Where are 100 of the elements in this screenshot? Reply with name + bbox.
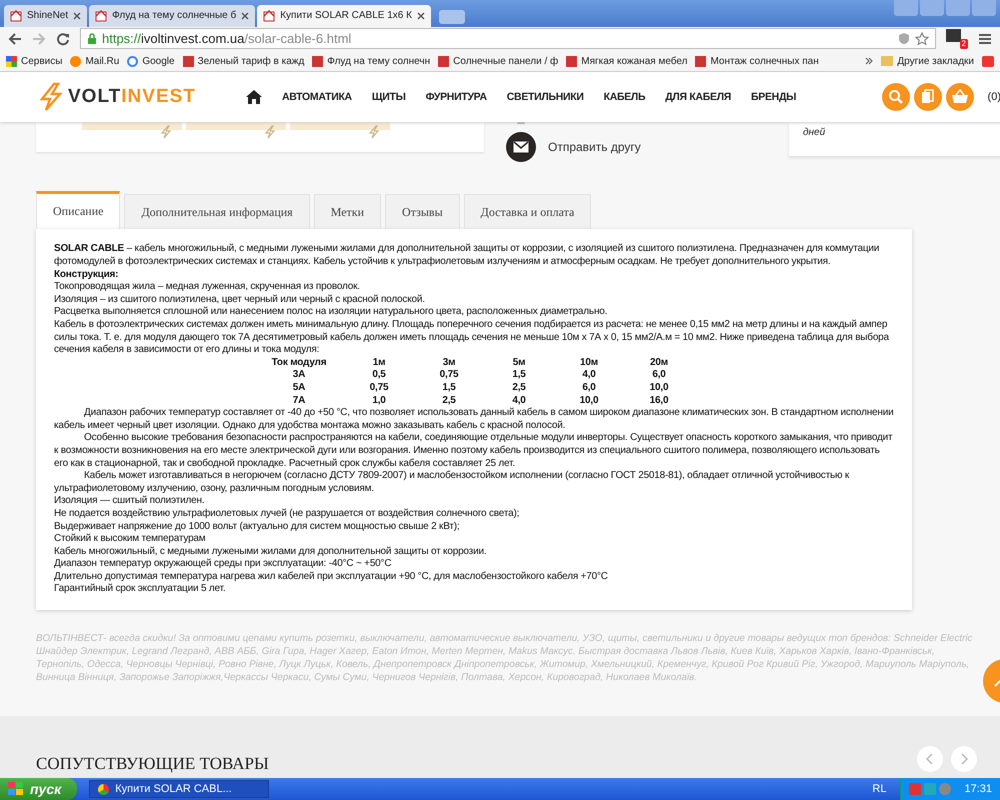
table-cell-text: 0,75: [368, 382, 390, 395]
lock-icon: [87, 32, 97, 45]
table-header: Ток модуля: [270, 356, 328, 370]
seo-text: ВОЛЬТІНВЕСТ- всегда скидки! За оптовими цenами купить розетки, выключатели, автоматические выключатели, УЗО, щиты, светильники и другие товары ведущих топ брендов: Schneider Electric Шнайдер Электрик, Legrand Легранд, ABB АББ, Gira Гира, Hager Хагер, Eaton Итон, Merten Мертен, Makus Максус. Быстрая доставка Львов Львів, Киев Київ, Харьков Харків, Івано-Франківськ, Тернопіль, Одесса, Черновцы Чернівці, Ровно Рівне, Луцк Луцьк, Ковель, Днепропетровск Дніпропетровськ, Житомир, Хмельницкий, Кременчуг, Кривой Рог Кривий Ріг, Ужгород, Мариуполь Маріуполь, Винница Вінниця, Запорожье Запоріжжя,Черкассы Черкаси, Сумы Суми, Чернигов Чернігів, Полтава, Херсон, Кировоград, Николаев Миколаїв.: [36, 632, 974, 684]
language-indicator[interactable]: RL: [872, 783, 886, 795]
new-tab-button[interactable]: [438, 10, 465, 24]
paragraph: Не подается воздействию ультрафиолетовых лучей (не разрушается от воздействия солнечного света);: [54, 508, 520, 521]
basket-icon: [950, 89, 969, 106]
envelope-icon: [513, 141, 529, 154]
compare-button[interactable]: [914, 83, 942, 112]
logo[interactable]: VOLTINVEST: [36, 82, 246, 112]
nav-link[interactable]: БРЕНДЫ: [751, 91, 796, 104]
nav-link[interactable]: ЩИТЫ: [372, 91, 406, 104]
table-header: 10м: [579, 356, 599, 370]
shield-icon[interactable]: [898, 32, 910, 46]
send-to-friend-link[interactable]: Отправить другу: [548, 140, 641, 154]
paragraph: Расцветка выполняется сплошной или нанесением полос на изоляции натурального цвета, расположенных диаметрально.: [54, 306, 608, 320]
tab[interactable]: Дополнительная информация: [124, 194, 310, 230]
paragraph: Выдерживает напряжение до 1000 вольт (актуально для систем мощностью свыше 2 кВт);: [54, 520, 460, 534]
tab[interactable]: Доставка и оплата: [464, 194, 592, 230]
paragraph: Кабель в фотоэлектрических системах должен иметь минимальную длину. Площадь поперечного сечения подбирается из расчета: не менее 0,15 мм2 на метр длины и на каждый ампер силы тока. Т. е. для модуля дающего ток 7А десятиметровый кабель должен иметь площадь сечения не меньше 10м х 7А х 0, 15 мм2/А.м = 10 мм2. Ниже приведена таблица для выбора сечения кабеля в зависимости от его длины и тока модуля:: [54, 319, 890, 357]
table-cell-text: 5А: [292, 382, 306, 395]
bookmark[interactable]: Mail.Ru: [70, 56, 120, 67]
bookmark[interactable]: Google: [127, 56, 175, 67]
table-cell-text: 1,5: [511, 369, 527, 382]
table-header: 1м: [372, 356, 386, 370]
tab[interactable]: Метки: [314, 194, 382, 230]
taskbar-button[interactable]: Купити SOLAR CABL...: [89, 780, 270, 798]
reload-icon[interactable]: [56, 32, 70, 46]
paragraph: Гарантийный срок эксплуатации 5 лет.: [54, 583, 226, 596]
paragraph: Изоляция – из сшитого полиэтилена, цвет черный или черный с красной полоской.: [54, 294, 426, 306]
bookmark[interactable]: Мягкая кожаная мебел: [566, 56, 688, 67]
paragraph: Кабель многожильный, с медными лужеными жилами для дополнительной защиты от коррозии.: [54, 546, 488, 558]
paragraph: Длительно допустимая температура нагрева жил кабелей при эксплуатации +90 °С, для маслобензостойкого кабеля +70°С: [54, 570, 609, 584]
bookmark[interactable]: Монтаж солнечных пан: [695, 56, 819, 67]
paragraph: Кабель может изготавливаться в негорючем (согласно ДСТУ 7809-2007) и маслобензостойком исполнении (согласно ГОСТ 25018-81), обладает отличной устойчивостью к ультрафиолетовому излучению, озону, различным погодным условиям.: [54, 470, 850, 496]
table-cell-text: 6,0: [581, 382, 597, 395]
bookmark[interactable]: Сервисы: [6, 56, 62, 67]
search-button[interactable]: [882, 83, 910, 112]
chevron-right-icon: [960, 753, 968, 765]
address-field[interactable]: https://ivoltinvest.com.ua/solar-cable-6.html: [80, 28, 936, 50]
basket-button[interactable]: [946, 83, 974, 112]
favicon-icon: [263, 10, 276, 22]
table-cell-text: 1,0: [371, 394, 387, 408]
windows-logo-icon: [8, 782, 24, 796]
prev-button[interactable]: [917, 746, 943, 772]
section-heading: Конструкция:: [54, 268, 120, 282]
nav-link[interactable]: АВТОМАТИКА: [282, 91, 352, 104]
nav-link[interactable]: ФУРНИТУРА: [426, 91, 487, 104]
table-cell-text: 7А: [292, 394, 306, 408]
table-cell-text: 1,5: [441, 382, 457, 395]
table-cell-text: 10,0: [578, 394, 600, 408]
table-cell-text: 3А: [292, 369, 306, 382]
table-cell-text: 6,0: [651, 369, 667, 382]
tab[interactable]: Описание: [36, 191, 120, 230]
paragraph: Токопроводящая жила – медная луженная, скрученная из проволок.: [54, 281, 361, 294]
tab[interactable]: Отзывы: [385, 194, 460, 230]
home-icon[interactable]: [246, 90, 262, 104]
table-header: 3м: [442, 356, 456, 370]
table-cell-text: 10,0: [648, 382, 670, 395]
send-button[interactable]: [506, 132, 536, 162]
more-icon[interactable]: [865, 57, 874, 66]
search-icon: [888, 89, 904, 106]
next-button[interactable]: [951, 746, 977, 772]
table-cell-text: 2,5: [441, 394, 457, 408]
bolt-icon: [264, 125, 276, 140]
nav-link[interactable]: КАБЕЛЬ: [604, 91, 646, 104]
bookmark[interactable]: Зеленый тариф в кажд: [182, 56, 304, 67]
star-icon[interactable]: [915, 32, 929, 46]
paragraph: Изоляция — сшитый полиэтилен.: [54, 495, 206, 508]
bolt-icon: [368, 125, 380, 140]
paragraph: Стойкий к высоким температурам: [54, 533, 206, 546]
table-cell-text: 16,0: [648, 394, 670, 408]
favicon-icon: [95, 10, 108, 22]
paragraph: SOLAR CABLE – кабель многожильный, с медными лужеными жилами для дополнительной защиты от коррозии, с изоляцией из сшитого полиэтилена. Предназначен для коммутации фотомодулей в фотоэлектрических системах и станциях. Кабель устойчив к ультрафиолетовым излучениям и атмосферным осадкам. Не требует дополнительного укрытия.: [54, 243, 880, 269]
clock: 17:31: [964, 783, 992, 795]
browser-tab[interactable]: Купити SOLAR CABLE 1x6 К: [257, 4, 431, 27]
favicon-icon: [10, 10, 22, 22]
forward-icon[interactable]: [32, 32, 46, 46]
table-cell-text: 4,0: [581, 369, 597, 382]
bookmark[interactable]: Солнечные панели / ф: [438, 56, 558, 67]
copy-icon: [920, 89, 935, 106]
table-cell-text: 0,75: [438, 369, 460, 382]
table-header: 20м: [649, 356, 669, 370]
delivery-note: дней: [803, 127, 826, 138]
bookmark[interactable]: Флуд на тему солнечн: [312, 56, 430, 67]
browser-tab[interactable]: Флуд на тему солнечные б: [89, 4, 256, 27]
table-cell-text: 4,0: [511, 394, 527, 408]
nav-link[interactable]: ДЛЯ КАБЕЛЯ: [665, 91, 732, 104]
menu-icon[interactable]: [978, 32, 992, 45]
table-cell-text: 0,5: [371, 369, 387, 382]
nav-link[interactable]: СВЕТИЛЬНИКИ: [506, 91, 584, 104]
back-icon[interactable]: [8, 32, 22, 46]
browser-tab[interactable]: ShineNet: [4, 4, 88, 27]
bookmark-icon[interactable]: [982, 56, 994, 67]
bookmark-folder[interactable]: Другие закладки: [881, 56, 974, 67]
section-title: СОПУТСТВУЮЩИЕ ТОВАРЫ: [36, 754, 269, 775]
paragraph: Диапазон температур окружающей среды при эксплуатации: -40°С ~ +50°С: [54, 558, 392, 571]
tray-icon[interactable]: [924, 783, 936, 795]
tray-icon[interactable]: [909, 783, 922, 795]
